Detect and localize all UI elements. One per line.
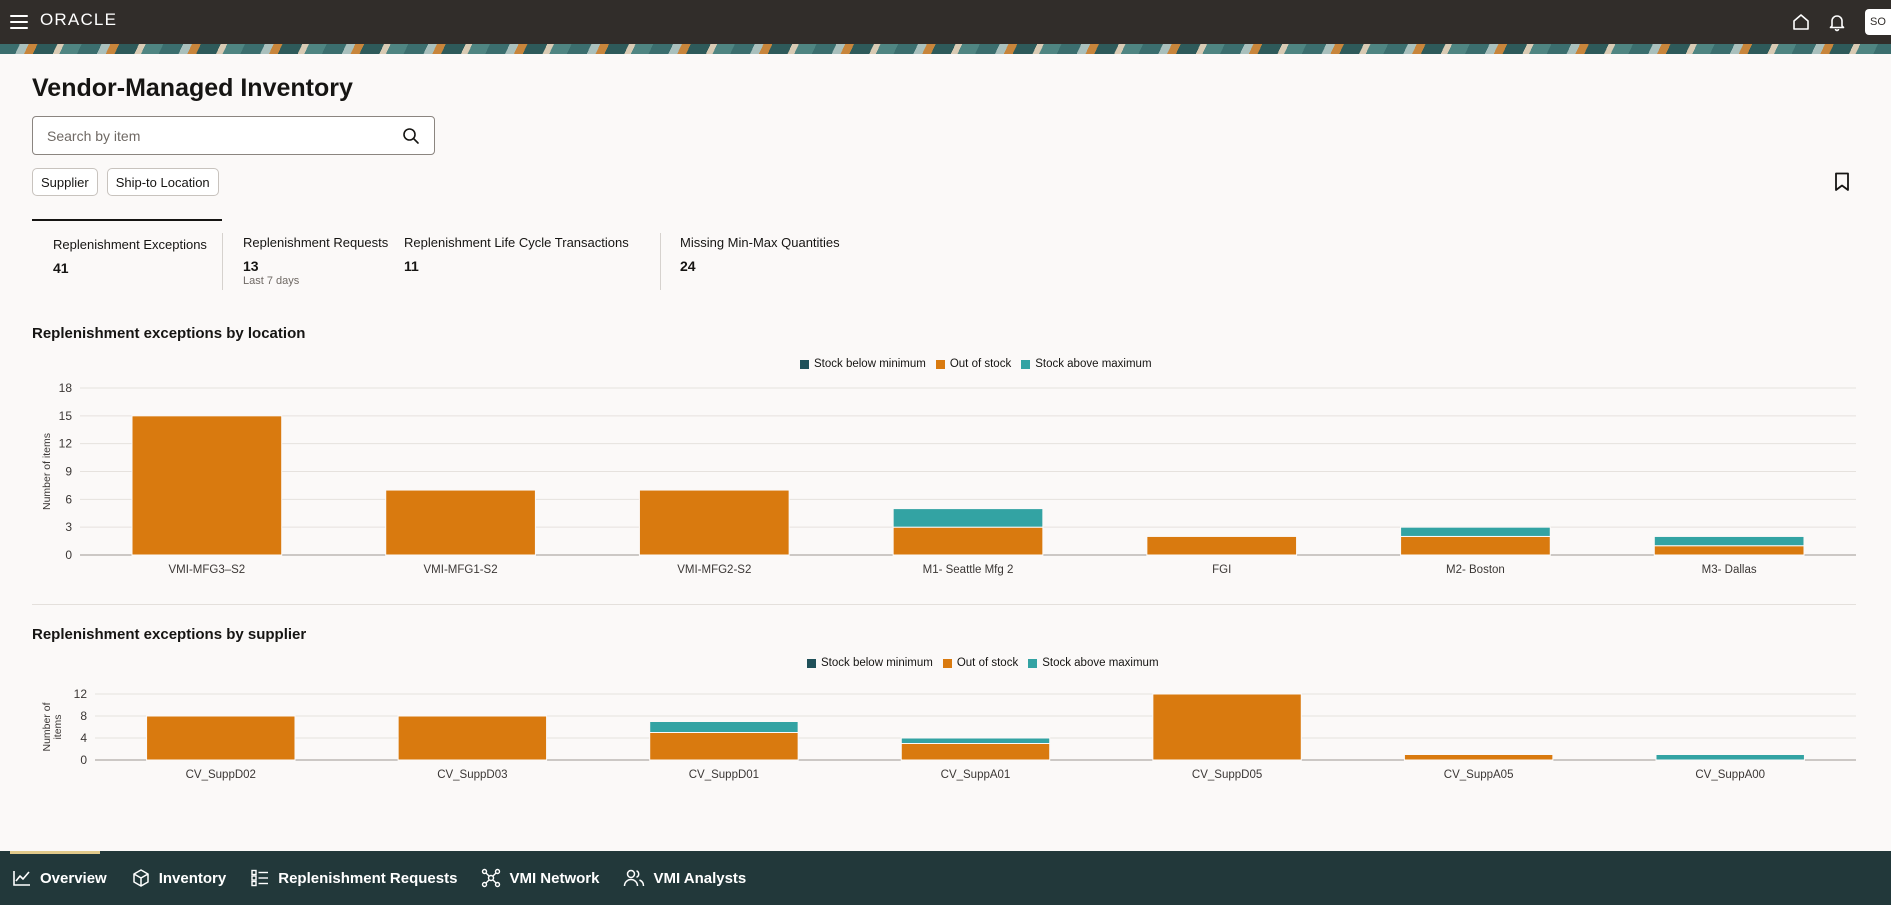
chart-legend-location: Stock below minimum Out of stock Stock a… xyxy=(800,358,1152,370)
bar-segment[interactable] xyxy=(146,715,296,761)
nav-replenishment-requests[interactable]: Replenishment Requests xyxy=(238,851,469,905)
line-chart-icon xyxy=(13,871,30,886)
tab-replenishment-exceptions[interactable]: Replenishment Exceptions 41 xyxy=(32,219,222,291)
bar-segment[interactable] xyxy=(397,715,548,761)
legend-item[interactable]: Stock below minimum xyxy=(807,657,933,669)
search-icon[interactable] xyxy=(402,127,420,150)
metric-label: Replenishment Requests xyxy=(243,235,389,250)
tab-replenishment-requests[interactable]: Replenishment Requests 13 Last 7 days xyxy=(222,219,392,291)
x-tick-label: M1- Seattle Mfg 2 xyxy=(923,564,1014,576)
bar-segment[interactable] xyxy=(649,721,799,733)
bar-segment[interactable] xyxy=(1653,535,1805,547)
bar-segment[interactable] xyxy=(892,508,1044,528)
home-icon[interactable] xyxy=(1787,8,1815,36)
x-tick-label: CV_SuppA05 xyxy=(1444,769,1514,781)
filter-chip-supplier[interactable]: Supplier xyxy=(32,168,98,196)
filter-chip-ship-to-location[interactable]: Ship-to Location xyxy=(106,168,219,196)
list-icon xyxy=(251,869,269,887)
y-axis-label: items xyxy=(52,714,64,739)
y-tick-label: 4 xyxy=(80,731,87,745)
y-tick-label: 12 xyxy=(59,437,73,451)
tab-replenishment-life-cycle-transactions[interactable]: Replenishment Life Cycle Transactions 11 xyxy=(402,219,632,291)
bar-segment[interactable] xyxy=(385,489,536,556)
y-tick-label: 3 xyxy=(65,520,72,534)
nav-inventory[interactable]: Inventory xyxy=(119,851,239,905)
bar-segment[interactable] xyxy=(1653,545,1805,556)
bar-segment[interactable] xyxy=(131,415,283,556)
x-tick-label: CV_SuppA00 xyxy=(1695,769,1765,781)
y-tick-label: 8 xyxy=(80,709,87,723)
x-tick-label: FGI xyxy=(1212,564,1231,576)
legend-item[interactable]: Out of stock xyxy=(942,657,1018,669)
chart-legend-supplier: Stock below minimum Out of stock Stock a… xyxy=(807,657,1159,669)
y-tick-label: 0 xyxy=(65,548,72,562)
network-icon xyxy=(482,868,501,888)
search-field xyxy=(32,116,435,155)
decorative-banner xyxy=(0,44,1891,54)
y-tick-label: 0 xyxy=(80,753,87,767)
x-tick-label: CV_SuppD03 xyxy=(437,769,507,781)
chart-title-location: Replenishment exceptions by location xyxy=(32,325,306,342)
users-icon xyxy=(624,869,645,887)
menu-icon[interactable] xyxy=(6,9,32,35)
y-tick-label: 6 xyxy=(65,492,72,506)
bar-segment[interactable] xyxy=(892,526,1044,556)
x-tick-label: CV_SuppD02 xyxy=(186,769,256,781)
metric-label: Replenishment Life Cycle Transactions xyxy=(404,235,629,250)
chart-location: 0 3 6 9 12 15 18 Number of items VMI-MFG3–S2 VMI-… xyxy=(41,381,1856,576)
bar-segment[interactable] xyxy=(1146,535,1298,556)
filter-chips: Supplier Ship-to Location xyxy=(32,168,219,196)
chart-title-supplier: Replenishment exceptions by supplier xyxy=(32,626,307,643)
x-tick-label: CV_SuppD05 xyxy=(1192,769,1262,781)
legend-item[interactable]: Stock above maximum xyxy=(1028,657,1159,669)
x-tick-label: VMI-MFG2-S2 xyxy=(677,564,751,576)
nav-vmi-analysts[interactable]: VMI Analysts xyxy=(611,851,758,905)
bar-segment[interactable] xyxy=(900,743,1051,761)
legend-item[interactable]: Out of stock xyxy=(935,358,1011,370)
page-title: Vendor-Managed Inventory xyxy=(32,74,353,102)
bar-segment[interactable] xyxy=(900,737,1051,744)
metric-value: 24 xyxy=(680,258,696,274)
x-tick-label: VMI-MFG1-S2 xyxy=(424,564,498,576)
metric-subtext: Last 7 days xyxy=(243,275,300,287)
bar-segment[interactable] xyxy=(638,489,790,556)
bar-segment[interactable] xyxy=(1400,535,1551,556)
bar-segment[interactable] xyxy=(1403,754,1554,761)
metric-value: 13 xyxy=(243,258,259,274)
bottom-nav: Overview Inventory Replenishment Request… xyxy=(0,851,1891,905)
metric-value: 11 xyxy=(404,258,419,274)
bar-segment[interactable] xyxy=(649,732,799,761)
bell-icon[interactable] xyxy=(1823,8,1851,36)
legend-item[interactable]: Stock above maximum xyxy=(1021,358,1152,370)
legend-item[interactable]: Stock below minimum xyxy=(800,358,926,370)
search-input[interactable] xyxy=(33,127,393,144)
x-tick-label: M3- Dallas xyxy=(1702,564,1757,576)
x-tick-label: CV_SuppA01 xyxy=(941,769,1011,781)
x-tick-label: VMI-MFG3–S2 xyxy=(169,564,246,576)
top-bar: ORACLE SO xyxy=(0,0,1891,44)
divider xyxy=(32,604,1856,605)
metric-label: Missing Min-Max Quantities xyxy=(680,235,840,250)
bar-segment[interactable] xyxy=(1152,693,1302,761)
oracle-logo[interactable]: ORACLE xyxy=(40,10,117,30)
y-tick-label: 9 xyxy=(65,465,72,479)
metric-value: 41 xyxy=(53,260,69,276)
cube-icon xyxy=(132,869,149,887)
nav-overview[interactable]: Overview xyxy=(0,851,119,905)
bar-segment[interactable] xyxy=(1655,754,1805,761)
y-tick-label: 15 xyxy=(59,409,73,423)
y-tick-label: 18 xyxy=(59,381,73,395)
tab-missing-min-max-quantities[interactable]: Missing Min-Max Quantities 24 xyxy=(660,219,860,291)
avatar[interactable]: SO xyxy=(1865,9,1891,35)
metric-label: Replenishment Exceptions xyxy=(53,237,207,252)
y-axis-label: Number of items xyxy=(41,433,53,510)
chart-supplier: 04812Number of itemsCV_SuppD02 CV_SuppD03 C… xyxy=(41,687,1856,781)
bar-segment[interactable] xyxy=(1400,526,1551,537)
bookmark-icon[interactable] xyxy=(1834,172,1850,197)
y-tick-label: 12 xyxy=(74,687,88,701)
x-tick-label: M2- Boston xyxy=(1446,564,1505,576)
nav-vmi-network[interactable]: VMI Network xyxy=(469,851,611,905)
x-tick-label: CV_SuppD01 xyxy=(689,769,759,781)
